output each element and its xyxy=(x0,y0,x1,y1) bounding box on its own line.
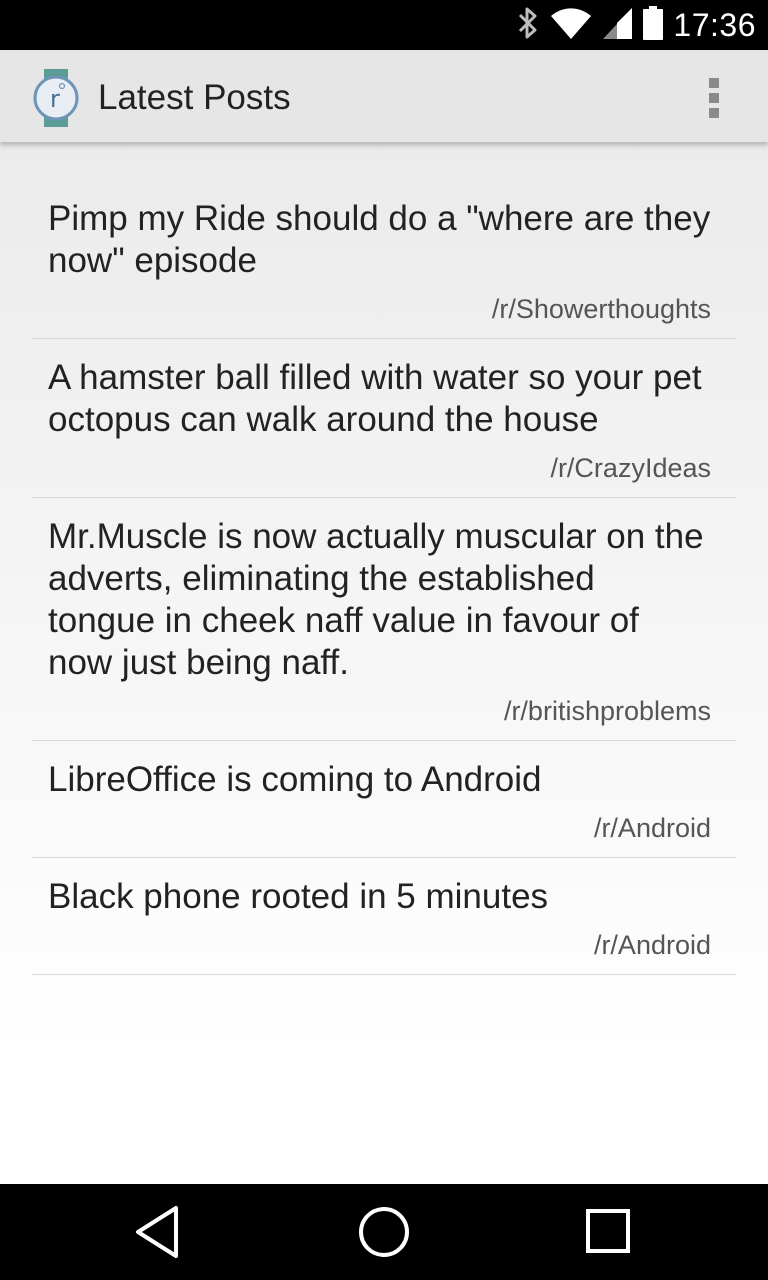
list-item[interactable]: Mr.Muscle is now actually muscular on th… xyxy=(32,498,736,741)
home-icon[interactable] xyxy=(354,1204,414,1260)
status-icons: 17:36 xyxy=(517,0,756,50)
signal-icon xyxy=(603,6,633,45)
back-icon[interactable] xyxy=(128,1204,188,1260)
overflow-dot xyxy=(709,93,719,103)
overflow-dot xyxy=(709,78,719,88)
post-title: Pimp my Ride should do a "where are they… xyxy=(48,199,711,280)
list-item[interactable]: LibreOffice is coming to Android /r/Andr… xyxy=(32,741,736,858)
list-item[interactable]: Black phone rooted in 5 minutes /r/Andro… xyxy=(32,858,736,975)
post-subreddit: /r/britishproblems xyxy=(503,696,711,726)
bluetooth-icon xyxy=(517,6,539,45)
status-time: 17:36 xyxy=(673,6,756,43)
post-subreddit: /r/Android xyxy=(593,930,711,960)
post-subreddit: /r/Showerthoughts xyxy=(491,294,711,324)
post-title: LibreOffice is coming to Android xyxy=(48,760,542,799)
list-item[interactable]: Pimp my Ride should do a "where are they… xyxy=(32,180,736,339)
wifi-icon xyxy=(549,6,593,45)
battery-icon xyxy=(643,5,664,45)
action-bar: r Latest Posts xyxy=(0,50,768,142)
overflow-menu-icon[interactable] xyxy=(696,74,732,122)
reddit-logo-icon[interactable]: r xyxy=(32,69,84,127)
post-list-area[interactable]: Pimp my Ride should do a "where are they… xyxy=(0,142,768,1184)
list-item[interactable]: A hamster ball filled with water so your… xyxy=(32,339,736,498)
post-subreddit: /r/Android xyxy=(593,813,711,843)
overflow-dot xyxy=(709,108,719,118)
post-title: Black phone rooted in 5 minutes xyxy=(48,877,549,916)
post-title: A hamster ball filled with water so your… xyxy=(48,358,702,439)
page-title: Latest Posts xyxy=(98,78,291,117)
post-title: Mr.Muscle is now actually muscular on th… xyxy=(48,517,704,682)
status-bar: 17:36 xyxy=(0,0,768,50)
navigation-bar xyxy=(0,1184,768,1280)
recents-icon[interactable] xyxy=(578,1204,638,1260)
post-list: Pimp my Ride should do a "where are they… xyxy=(32,180,736,975)
logo-letter: r xyxy=(50,85,60,113)
post-subreddit: /r/CrazyIdeas xyxy=(550,453,711,483)
